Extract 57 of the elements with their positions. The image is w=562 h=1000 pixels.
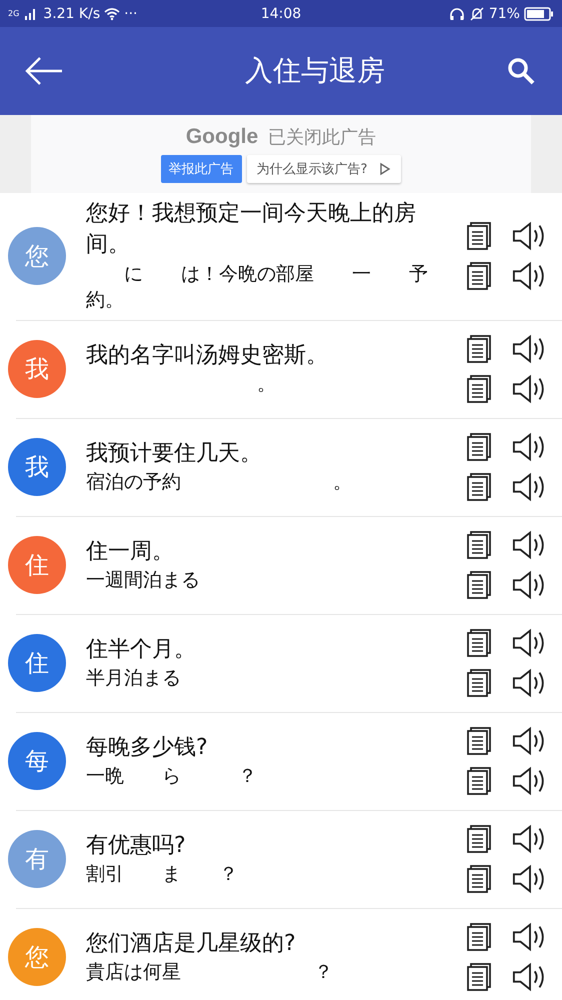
report-ad-button[interactable]: 举报此广告 <box>160 155 242 183</box>
network-type: 2G <box>8 9 20 18</box>
chinese-phrase: 我的名字叫汤姆史密斯。 <box>86 342 329 370</box>
japanese-phrase: 宿泊の予約 。 <box>86 470 353 496</box>
back-arrow-icon[interactable] <box>24 56 64 86</box>
japanese-phrase: 。 <box>256 372 277 398</box>
avatar-badge: 住 <box>8 634 66 692</box>
japanese-phrase: に は！今晩の部屋 一 予約。 <box>86 262 429 314</box>
japanese-phrase: 貴店は何星 ？ <box>86 960 334 986</box>
avatar-badge: 您 <box>8 227 66 286</box>
copy-icon[interactable] <box>466 335 492 364</box>
copy-icon[interactable] <box>466 433 492 462</box>
avatar-badge: 您 <box>8 928 66 986</box>
bell-off-icon <box>468 6 485 20</box>
battery-icon <box>524 6 554 20</box>
copy-icon[interactable] <box>466 669 492 698</box>
avatar-badge: 我 <box>8 340 66 398</box>
chinese-phrase: 您们酒店是几星级的? <box>86 930 297 958</box>
network-speed: 3.21 K/s <box>43 6 100 22</box>
avatar-badge: 我 <box>8 438 66 496</box>
copy-icon[interactable] <box>466 262 492 290</box>
play-icon <box>379 162 392 176</box>
avatar-badge: 住 <box>8 536 66 594</box>
clock: 14:08 <box>260 6 302 22</box>
wifi-icon <box>104 6 120 20</box>
copy-icon[interactable] <box>466 531 492 560</box>
copy-icon[interactable] <box>466 825 492 854</box>
headphones-icon <box>448 6 465 20</box>
copy-icon[interactable] <box>466 865 492 894</box>
copy-icon[interactable] <box>466 375 492 404</box>
copy-icon[interactable] <box>466 727 492 756</box>
copy-icon[interactable] <box>466 767 492 796</box>
chinese-phrase: 有优惠吗? <box>86 832 187 860</box>
copy-icon[interactable] <box>466 963 492 992</box>
copy-icon[interactable] <box>466 629 492 658</box>
copy-icon[interactable] <box>466 473 492 502</box>
more-indicator: ··· <box>124 6 138 22</box>
copy-icon[interactable] <box>466 222 492 250</box>
japanese-phrase: 割引 ま ？ <box>86 862 239 888</box>
avatar-badge: 每 <box>8 732 66 790</box>
copy-icon[interactable] <box>466 571 492 600</box>
battery-percent: 71% <box>488 6 520 22</box>
chinese-phrase: 住半个月。 <box>86 636 197 664</box>
japanese-phrase: 半月泊まる <box>86 666 182 692</box>
japanese-phrase: 一週間泊まる <box>86 568 201 594</box>
page-title: 入住与退房 <box>245 53 385 89</box>
chinese-phrase: 您好！我想预定一间今天晚上的房间。 <box>86 200 417 259</box>
avatar-badge: 有 <box>8 830 66 888</box>
chinese-phrase: 每晚多少钱? <box>86 734 209 762</box>
why-ad-button[interactable]: 为什么显示该广告? <box>246 155 402 183</box>
search-icon[interactable] <box>506 56 536 86</box>
chinese-phrase: 住一周。 <box>86 538 175 566</box>
chinese-phrase: 我预计要住几天。 <box>86 440 263 468</box>
ad-brand: Google <box>186 125 258 149</box>
japanese-phrase: 一晩 ら ？ <box>86 764 258 790</box>
copy-icon[interactable] <box>466 923 492 952</box>
ad-closed-text: 已关闭此广告 <box>268 126 376 149</box>
